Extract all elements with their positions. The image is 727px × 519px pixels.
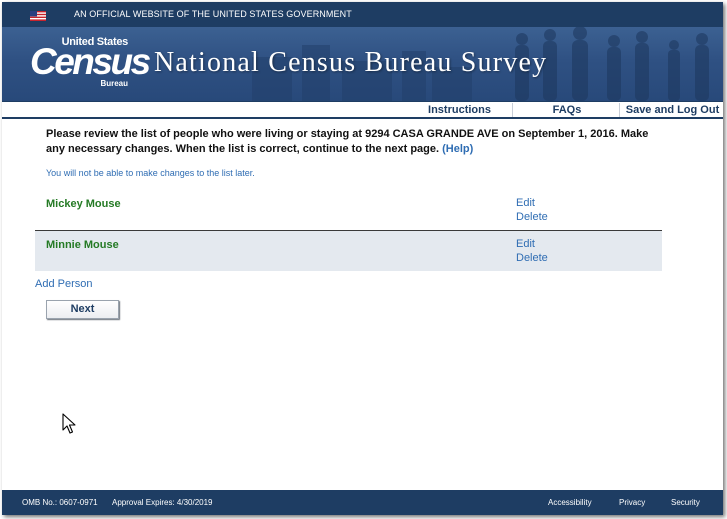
person-row: Minnie Mouse Edit Delete [35,231,662,271]
warning-note: You will not be able to make changes to … [46,168,255,178]
gov-banner: AN OFFICIAL WEBSITE OF THE UNITED STATES… [2,2,723,27]
person-row: Mickey Mouse Edit Delete [35,190,662,231]
site-header: United States Census Bureau National Cen… [2,27,723,101]
nav-divider [2,117,723,119]
us-flag-icon [30,11,46,21]
edit-person-link[interactable]: Edit [516,197,535,209]
delete-person-link[interactable]: Delete [516,252,548,264]
census-logo[interactable]: United States Census Bureau [30,36,151,92]
nav-separator [512,103,513,117]
nav-instructions-link[interactable]: Instructions [412,103,507,117]
browser-frame: AN OFFICIAL WEBSITE OF THE UNITED STATES… [2,2,723,515]
logo-bottom-text: Bureau [100,79,128,88]
footer-privacy-link[interactable]: Privacy [619,498,645,507]
instructions-text: Please review the list of people who wer… [46,127,661,157]
edit-person-link[interactable]: Edit [516,238,535,250]
help-link[interactable]: (Help) [442,143,473,155]
person-name: Minnie Mouse [46,239,119,251]
page-title: National Census Bureau Survey [154,47,548,78]
delete-person-link[interactable]: Delete [516,211,548,223]
footer-accessibility-link[interactable]: Accessibility [548,498,592,507]
person-name: Mickey Mouse [46,198,121,210]
nav-save-logout-link[interactable]: Save and Log Out [622,103,723,117]
approval-expiry: Approval Expires: 4/30/2019 [112,498,213,507]
top-nav: Instructions FAQs Save and Log Out [2,101,723,118]
gov-banner-text: AN OFFICIAL WEBSITE OF THE UNITED STATES… [74,9,352,19]
add-person-link[interactable]: Add Person [35,278,92,290]
footer-security-link[interactable]: Security [671,498,700,507]
omb-number: OMB No.: 0607-0971 [22,498,98,507]
instructions-body: Please review the list of people who wer… [46,128,649,155]
logo-main-text: Census [30,41,151,82]
nav-faqs-link[interactable]: FAQs [532,103,602,117]
mouse-cursor-icon [62,413,76,434]
next-button[interactable]: Next [46,300,119,319]
nav-separator [619,103,620,117]
site-footer: OMB No.: 0607-0971 Approval Expires: 4/3… [2,490,723,515]
